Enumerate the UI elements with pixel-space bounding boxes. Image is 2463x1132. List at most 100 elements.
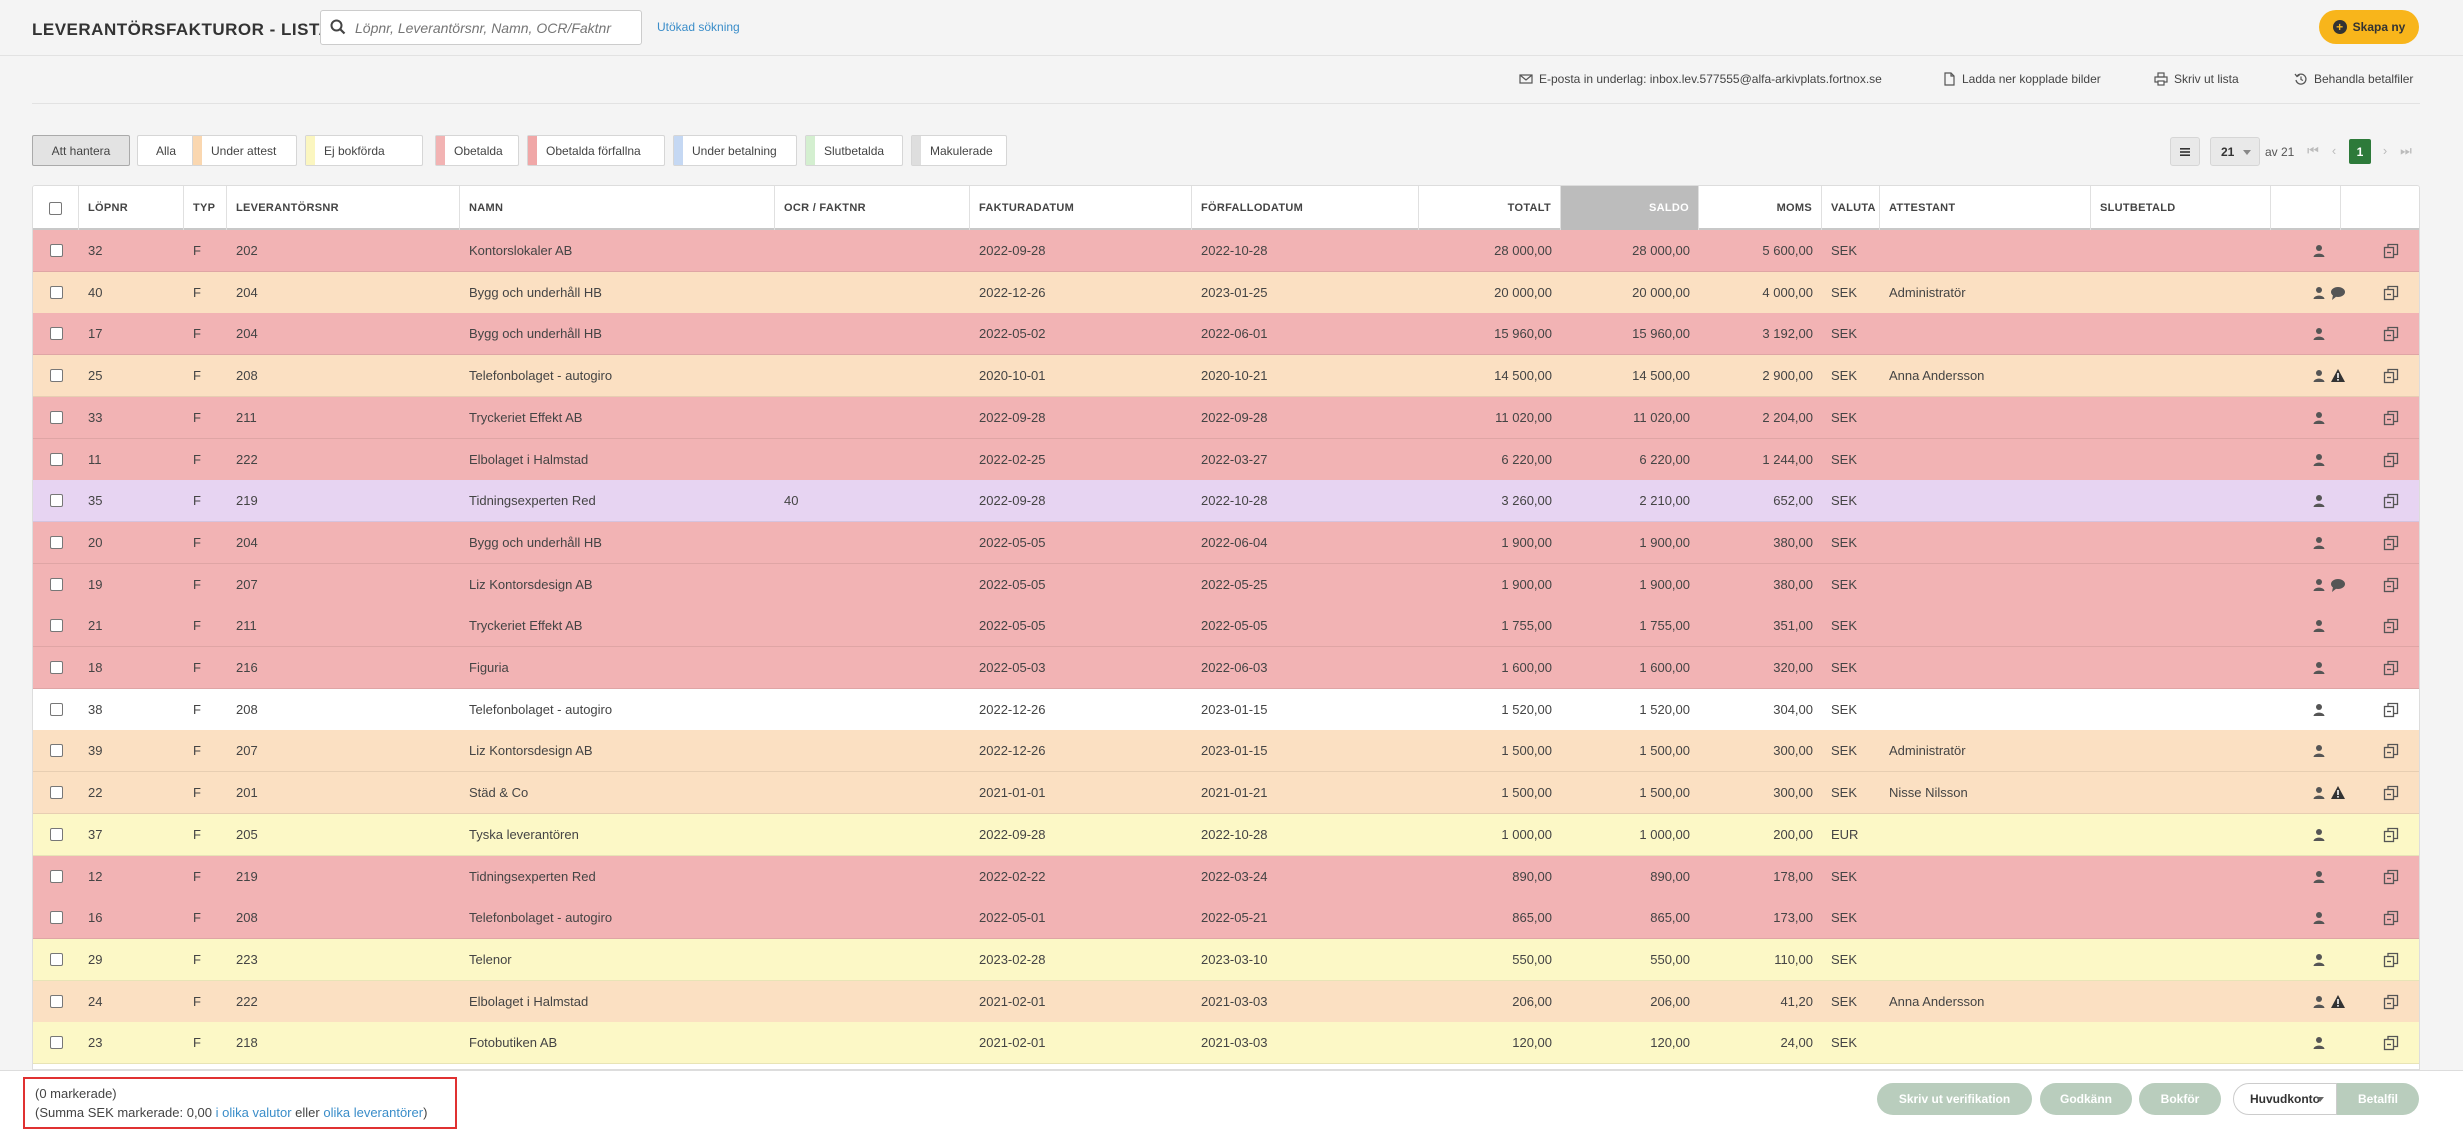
list-view-button[interactable] [2170,137,2200,166]
user-icon[interactable] [2311,869,2327,885]
filter-under-betalning[interactable]: Under betalning [673,135,797,166]
row-checkbox[interactable] [49,453,63,466]
first-page-icon[interactable]: ⏮ [2306,144,2320,158]
copy-icon[interactable] [2383,243,2399,259]
table-row[interactable]: 40 F 204 Bygg och underhåll HB 2022-12-26 202… [33,272,2419,314]
user-icon[interactable] [2311,743,2327,759]
advanced-search-link[interactable]: Utökad sökning [657,20,740,34]
row-checkbox[interactable] [49,995,63,1008]
next-page-icon[interactable]: › [2378,144,2392,158]
user-icon[interactable] [2311,243,2327,259]
column-header-lopnr[interactable]: LÖPNR [79,186,184,230]
row-checkbox[interactable] [49,369,63,382]
filter-att-hantera[interactable]: Att hantera [32,135,130,166]
copy-icon[interactable] [2383,1035,2399,1051]
row-checkbox[interactable] [49,578,63,591]
warning-icon[interactable] [2330,994,2346,1010]
previous-page-icon[interactable]: ‹ [2327,144,2341,158]
row-checkbox[interactable] [49,911,63,924]
row-checkbox[interactable] [49,703,63,716]
copy-icon[interactable] [2383,994,2399,1010]
user-icon[interactable] [2311,577,2327,593]
table-row[interactable]: 39 F 207 Liz Kontorsdesign AB 2022-12-26 2023… [33,730,2419,772]
column-header-fakturadatum[interactable]: FAKTURADATUM [970,186,1192,230]
user-icon[interactable] [2311,535,2327,551]
table-row[interactable]: 38 F 208 Telefonbolaget - autogiro 2022-12-2… [33,689,2419,731]
suppliers-link[interactable]: olika leverantörer [323,1105,423,1120]
user-icon[interactable] [2311,702,2327,718]
account-select[interactable]: Huvudkonto [2233,1083,2337,1115]
row-checkbox[interactable] [49,619,63,632]
column-header-slutbetald[interactable]: SLUTBETALD [2091,186,2271,230]
user-icon[interactable] [2311,1035,2327,1051]
table-row[interactable]: 25 F 208 Telefonbolaget - autogiro 2020-10-0… [33,355,2419,397]
copy-icon[interactable] [2383,410,2399,426]
warning-icon[interactable] [2330,785,2346,801]
table-row[interactable]: 37 F 205 Tyska leverantören 2022-09-28 2022-1… [33,814,2419,856]
column-header-attestant[interactable]: ATTESTANT [1880,186,2091,230]
comment-icon[interactable] [2330,285,2346,301]
column-header-namn[interactable]: NAMN [460,186,775,230]
currencies-link[interactable]: i olika valutor [216,1105,292,1120]
row-checkbox[interactable] [49,828,63,841]
user-icon[interactable] [2311,827,2327,843]
search-box[interactable] [320,10,642,45]
user-icon[interactable] [2311,618,2327,634]
table-row[interactable]: 22 F 201 Städ & Co 2021-01-01 2021-01-21 1 500… [33,772,2419,814]
filter-alla[interactable]: Alla [137,135,194,166]
copy-icon[interactable] [2383,869,2399,885]
table-row[interactable]: 17 F 204 Bygg och underhåll HB 2022-05-02 202… [33,313,2419,355]
table-row[interactable]: 35 F 219 Tidningsexperten Red 40 2022-09-28 20… [33,480,2419,522]
create-new-button[interactable]: + Skapa ny [2319,10,2419,44]
copy-icon[interactable] [2383,827,2399,843]
copy-icon[interactable] [2383,368,2399,384]
copy-icon[interactable] [2383,910,2399,926]
copy-icon[interactable] [2383,785,2399,801]
column-header-totalt[interactable]: TOTALT [1419,186,1561,230]
email-inbox-link[interactable]: E-posta in underlag: inbox.lev.577555@al… [1519,72,1882,86]
current-page-button[interactable]: 1 [2349,139,2371,164]
row-checkbox[interactable] [49,661,63,674]
copy-icon[interactable] [2383,326,2399,342]
user-icon[interactable] [2311,285,2327,301]
user-icon[interactable] [2311,452,2327,468]
copy-icon[interactable] [2383,743,2399,759]
filter-makulerade[interactable]: Makulerade [911,135,1007,166]
copy-icon[interactable] [2383,493,2399,509]
copy-icon[interactable] [2383,952,2399,968]
column-header-typ[interactable]: TYP [184,186,227,230]
user-icon[interactable] [2311,952,2327,968]
row-checkbox[interactable] [49,536,63,549]
row-checkbox[interactable] [49,786,63,799]
search-input[interactable] [355,16,635,39]
table-row[interactable]: 32 F 202 Kontorslokaler AB 2022-09-28 2022-10… [33,230,2419,272]
user-icon[interactable] [2311,493,2327,509]
user-icon[interactable] [2311,785,2327,801]
column-header-forfallodatum[interactable]: FÖRFALLODATUM [1192,186,1419,230]
column-header-moms[interactable]: MOMS [1699,186,1822,230]
filter-obetalda-forfallna[interactable]: Obetalda förfallna [527,135,665,166]
table-row[interactable]: 11 F 222 Elbolaget i Halmstad 2022-02-25 2022… [33,439,2419,481]
row-checkbox[interactable] [49,411,63,424]
column-header-ocr-faktnr[interactable]: OCR / FAKTNR [775,186,970,230]
row-checkbox[interactable] [49,494,63,507]
table-row[interactable]: 19 F 207 Liz Kontorsdesign AB 2022-05-05 2022… [33,564,2419,606]
download-images-link[interactable]: Ladda ner kopplade bilder [1942,72,2101,86]
column-header-valuta[interactable]: VALUTA [1822,186,1880,230]
row-checkbox[interactable] [49,286,63,299]
print-verification-button[interactable]: Skriv ut verifikation [1877,1083,2032,1115]
copy-icon[interactable] [2383,618,2399,634]
copy-icon[interactable] [2383,452,2399,468]
row-checkbox[interactable] [49,870,63,883]
last-page-icon[interactable]: ⏭ [2399,144,2413,158]
payment-file-button[interactable]: Betalfil [2337,1083,2419,1115]
row-checkbox[interactable] [49,744,63,757]
book-button[interactable]: Bokför [2139,1083,2221,1115]
table-row[interactable]: 12 F 219 Tidningsexperten Red 2022-02-22 2022… [33,856,2419,898]
table-row[interactable]: 29 F 223 Telenor 2023-02-28 2023-03-10 550,00 5… [33,939,2419,981]
row-checkbox[interactable] [49,244,63,257]
table-row[interactable]: 18 F 216 Figuria 2022-05-03 2022-06-03 1 600,0… [33,647,2419,689]
comment-icon[interactable] [2330,577,2346,593]
user-icon[interactable] [2311,910,2327,926]
row-checkbox[interactable] [49,327,63,340]
